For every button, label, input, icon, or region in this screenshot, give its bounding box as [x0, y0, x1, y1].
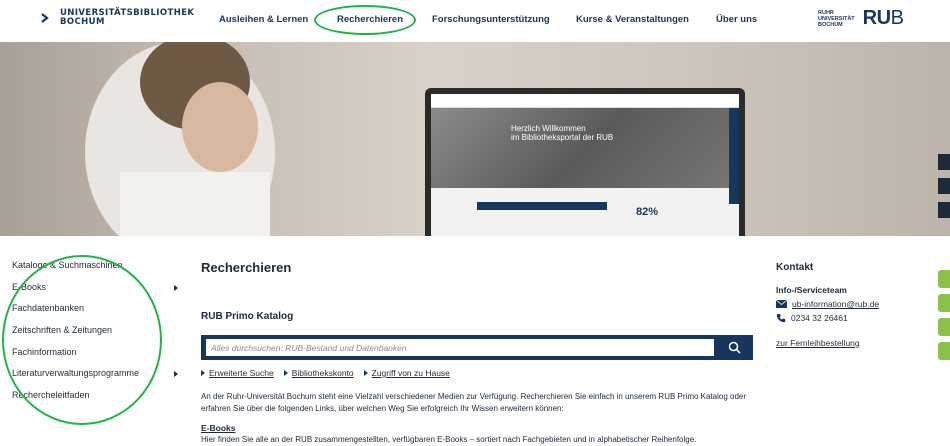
link-item: Zugriff von zu Hause [363, 368, 450, 378]
rub-big-ru: RU [862, 7, 891, 29]
ebooks-text: Hier finden Sie alle an der RUB zusammen… [201, 435, 697, 444]
screen-percentage: 82% [636, 206, 659, 218]
nav-ueber-uns[interactable]: Über uns [716, 14, 757, 25]
person-image [85, 42, 275, 236]
site-header: UNIVERSITÄTSBIBLIOTHEK BOCHUM Ausleihen … [0, 0, 950, 42]
triangle-right-icon [201, 370, 205, 376]
catalog-title: RUB Primo Katalog [201, 311, 294, 322]
annotation-oval-sidebar [2, 255, 162, 425]
rub-logo-big: RUB [863, 7, 904, 30]
advanced-search-link[interactable]: Erweiterte Suche [209, 368, 274, 378]
triangle-right-icon [283, 370, 288, 376]
rub-logo[interactable]: RUHR UNIVERSITÄT BOCHUM RUB [818, 7, 904, 30]
link-item: Erweiterte Suche [201, 368, 274, 378]
arrow-right-icon [174, 284, 178, 291]
nav-forschung[interactable]: Forschungsunterstützung [432, 14, 550, 25]
social-strip [938, 270, 950, 366]
screen-side-bar [729, 108, 739, 204]
side-tab[interactable] [938, 178, 950, 194]
share-icon[interactable] [938, 318, 950, 336]
contact-title: Kontakt [776, 262, 814, 273]
monitor-image: Herzlich Willkommen im Bibliotheksportal… [425, 88, 745, 236]
rss-icon[interactable] [938, 270, 950, 288]
main-nav: Ausleihen & Lernen Recherchieren Forschu… [0, 14, 950, 30]
triangle-right-icon [363, 370, 368, 376]
rub-big-b: B [890, 7, 904, 29]
email-link[interactable]: ub-information@rub.de [792, 299, 879, 309]
rub-logo-small: RUHR UNIVERSITÄT BOCHUM [818, 10, 855, 28]
library-account-link[interactable]: Bibliothekskonto [292, 368, 354, 378]
screen-title-2: im Bibliotheksportal der RUB [511, 133, 614, 142]
arrow-right-icon [174, 371, 178, 378]
side-tab[interactable] [938, 154, 950, 170]
ebooks-heading[interactable]: E-Books [201, 423, 235, 433]
social-icon[interactable] [938, 342, 950, 360]
nav-kurse[interactable]: Kurse & Veranstaltungen [576, 14, 689, 25]
rub-small-3: BOCHUM [818, 21, 843, 28]
phone-number: 0234 32 26461 [791, 313, 848, 323]
facebook-icon[interactable] [938, 294, 950, 312]
search-button[interactable] [721, 339, 747, 356]
monitor-screen: Herzlich Willkommen im Bibliotheksportal… [431, 94, 739, 236]
contact-email-row: ub-information@rub.de [776, 299, 879, 309]
catalog-links: Erweiterte Suche Bibliothekskonto Zugrif… [201, 368, 450, 378]
screen-header-bar [431, 94, 739, 108]
mail-icon [776, 300, 787, 308]
hero-image: Herzlich Willkommen im Bibliotheksportal… [0, 42, 950, 236]
hero-side-tabs [938, 154, 950, 226]
nav-ausleihen[interactable]: Ausleihen & Lernen [219, 14, 308, 25]
page-title: Recherchieren [201, 260, 292, 275]
search-icon [728, 341, 741, 354]
screen-title-1: Herzlich Willkommen [511, 124, 586, 133]
contact-team: Info-/Serviceteam [776, 285, 847, 295]
rub-small-2: UNIVERSITÄT [818, 15, 855, 22]
screen-welcome: Herzlich Willkommen im Bibliotheksportal… [511, 124, 613, 142]
screen-search-bar [477, 202, 607, 210]
link-item: Bibliothekskonto [283, 368, 354, 378]
side-tab[interactable] [938, 202, 950, 218]
screen-banner [431, 108, 739, 188]
remote-access-link[interactable]: Zugriff von zu Hause [372, 368, 450, 378]
phone-icon [776, 314, 786, 323]
contact-phone-row: 0234 32 26461 [776, 313, 848, 323]
annotation-oval-nav [314, 5, 416, 35]
catalog-search-bar [201, 335, 753, 360]
search-input[interactable] [206, 339, 714, 356]
intro-text: An der Ruhr-Universität Bochum steht ein… [201, 392, 747, 413]
interlibrary-loan-link[interactable]: zur Fernleihbestellung [776, 338, 860, 348]
